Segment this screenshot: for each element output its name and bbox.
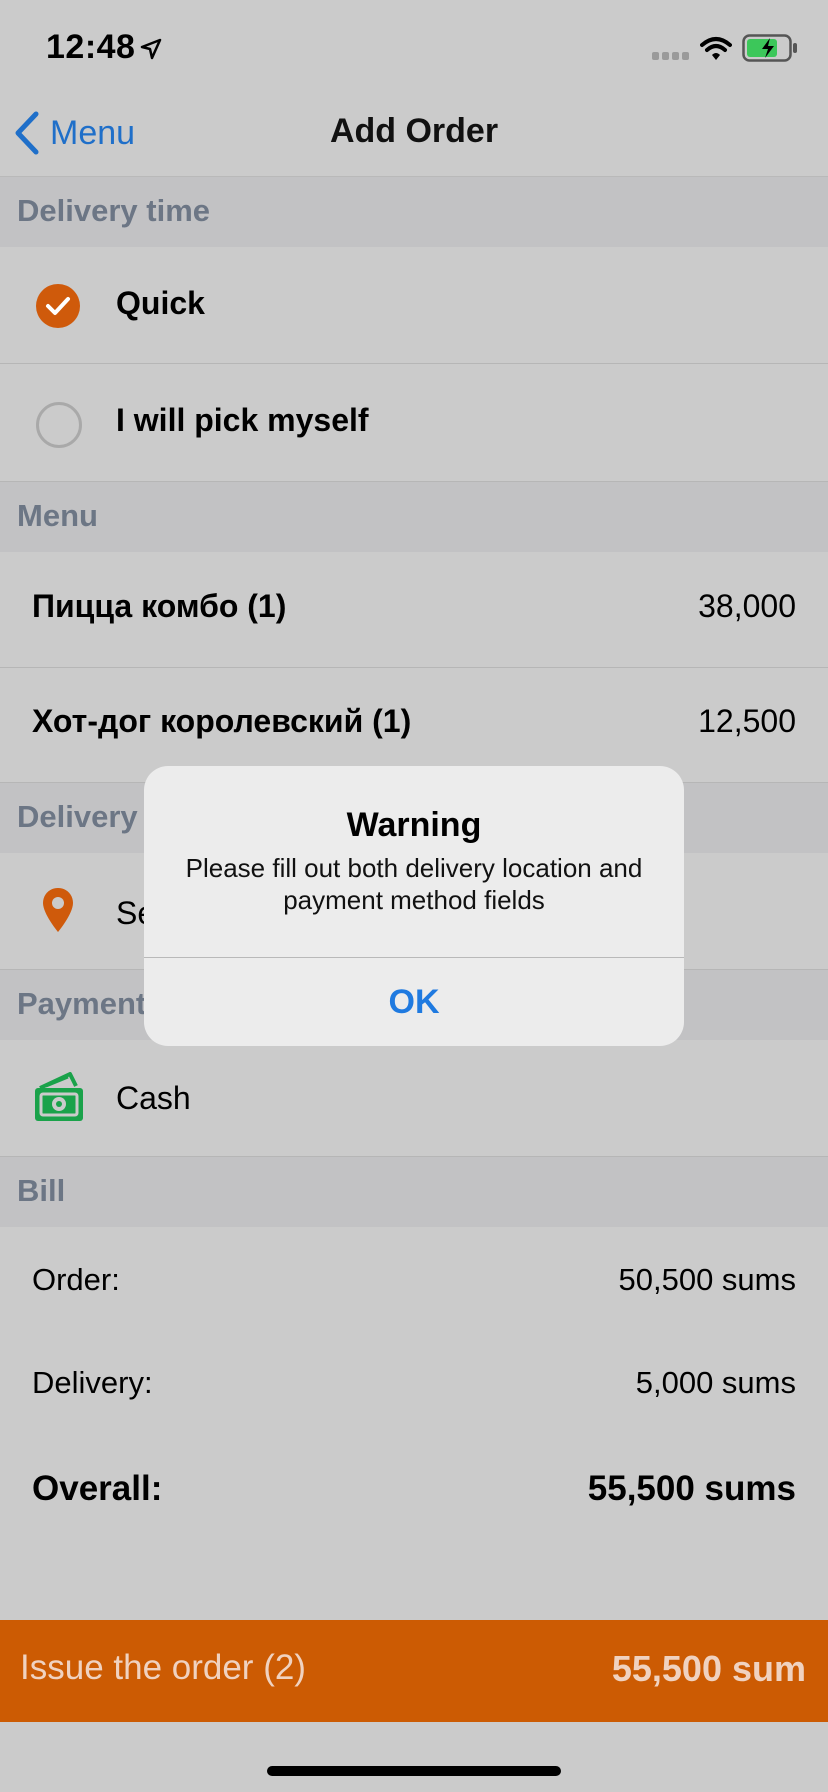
delivery-option-pickup[interactable]: I will pick myself: [0, 364, 828, 482]
alert-ok-button[interactable]: OK: [144, 958, 684, 1046]
page-title: Add Order: [329, 112, 499, 150]
radio-checked-icon: [36, 284, 80, 328]
cash-icon: [35, 1072, 83, 1121]
option-label: I will pick myself: [116, 402, 369, 438]
home-indicator: [267, 1766, 561, 1776]
issue-order-total: 55,500 sum: [611, 1648, 806, 1689]
bill-delivery-value: 5,000 sums: [635, 1365, 796, 1400]
payment-method-row[interactable]: Cash: [0, 1040, 828, 1157]
section-header-bill: Bill: [0, 1157, 828, 1227]
battery-charging-icon: [742, 34, 797, 62]
cellular-signal-icon: [652, 52, 689, 60]
delivery-option-quick[interactable]: Quick: [0, 247, 828, 364]
bill-order-value: 50,500 sums: [618, 1262, 797, 1297]
issue-order-button[interactable]: Issue the order (2) 55,500 sum: [0, 1620, 828, 1722]
alert-message: Please fill out both delivery location a…: [185, 853, 643, 915]
radio-unchecked-icon: [36, 402, 82, 448]
warning-alert-dialog: Warning Please fill out both delivery lo…: [144, 766, 684, 1046]
bill-overall-label: Overall:: [32, 1469, 163, 1508]
location-arrow-icon: [140, 38, 162, 60]
bill-order-label: Order:: [32, 1262, 120, 1297]
wifi-icon: [700, 37, 732, 60]
menu-item-name: Хот-дог королевский (1): [32, 703, 412, 739]
menu-item-name: Пицца комбо (1): [32, 588, 287, 624]
issue-order-label: Issue the order (2): [20, 1648, 306, 1687]
menu-item-price: 38,000: [698, 588, 796, 624]
payment-method-label: Cash: [116, 1080, 191, 1116]
alert-title: Warning: [346, 806, 482, 844]
option-label: Quick: [116, 285, 205, 321]
menu-item-price: 12,500: [698, 703, 796, 739]
status-time: 12:48: [46, 28, 136, 66]
section-header-delivery-time: Delivery time: [0, 177, 828, 247]
bill-delivery-label: Delivery:: [32, 1365, 153, 1400]
navigation-bar: Menu Add Order: [0, 90, 828, 177]
bill-overall-value: 55,500 sums: [587, 1469, 796, 1508]
menu-item: Пицца комбо (1) 38,000: [0, 552, 828, 668]
location-pin-icon: [43, 888, 73, 932]
section-header-menu: Menu: [0, 482, 828, 552]
